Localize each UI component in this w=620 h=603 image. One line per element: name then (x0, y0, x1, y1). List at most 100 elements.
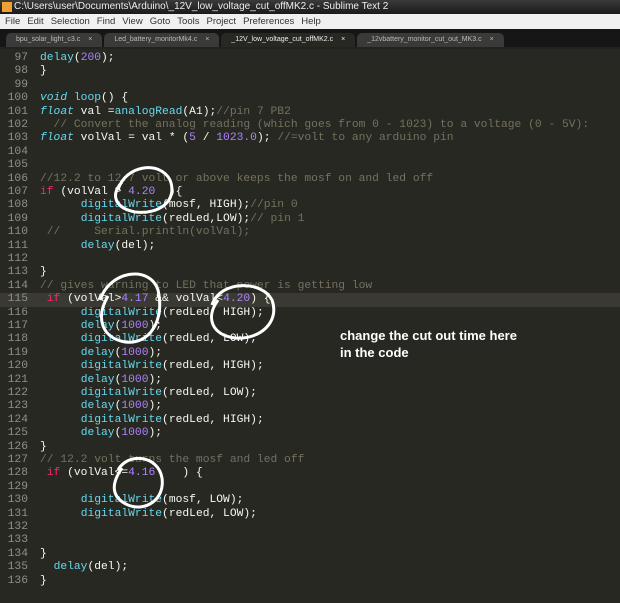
token-tx: val = (73, 105, 115, 118)
token-cm: // 12.2 volt turns the mosf and led off (40, 454, 305, 466)
token-tx: (volVal > (53, 186, 129, 198)
token-tx: (redLed,LOW); (162, 212, 251, 225)
code-text: delay(1000); (40, 374, 162, 387)
close-icon[interactable]: × (490, 33, 494, 47)
code-editor[interactable]: 97 delay(200); 98} 99 100 void loop() {101 flo… (0, 49, 620, 603)
line-number: 128 (7, 467, 28, 480)
line-number: 110 (7, 226, 28, 239)
token-tx: (redLed, LOW); (162, 333, 257, 346)
token-tx: ); (256, 132, 278, 145)
close-icon[interactable]: × (88, 33, 92, 47)
menu-preferences[interactable]: Preferences (241, 14, 299, 29)
code-line: 126} (0, 441, 620, 454)
menu-project[interactable]: Project (204, 14, 241, 29)
menu-selection[interactable]: Selection (49, 14, 95, 29)
line-number: 114 (7, 279, 28, 292)
menu-view[interactable]: View (120, 14, 147, 29)
menu-find[interactable]: Find (95, 14, 120, 29)
code-line: 130 digitalWrite(mosf, LOW); (0, 494, 620, 507)
code-line: 106 //12.2 to 12.7 volt or above keeps th… (0, 173, 620, 186)
code-line: 103 float volVal = val * (5 / 1023.0); //… (0, 132, 620, 145)
menu-edit[interactable]: Edit (25, 14, 48, 29)
token-fn: analogRead (114, 105, 183, 118)
token-tx: (redLed, HIGH); (162, 360, 264, 373)
code-text: delay(1000); (40, 320, 162, 333)
app-icon (2, 2, 12, 12)
token-tx: (A1); (182, 105, 217, 118)
line-number: 116 (7, 306, 28, 319)
token-num: 1000 (121, 346, 149, 359)
close-icon[interactable]: × (341, 33, 345, 47)
code-text: digitalWrite(redLed, LOW); (40, 387, 257, 400)
token-num: 200 (80, 52, 102, 64)
line-number: 132 (7, 521, 28, 533)
code-text: if (volVal > 4.20 ){ (40, 186, 182, 199)
code-line: 109 digitalWrite(redLed,LOW);// pin 1 (0, 213, 620, 226)
token-tx (40, 240, 81, 252)
code-line: 99 (0, 79, 620, 92)
close-icon[interactable]: × (205, 33, 209, 47)
token-fn: digitalWrite (80, 507, 163, 520)
code-line: 105 (0, 159, 620, 172)
code-text: digitalWrite(redLed, HIGH); (40, 414, 264, 427)
token-num: 5 (189, 132, 196, 145)
menu-tools[interactable]: Tools (175, 14, 204, 29)
code-text: float val =analogRead(A1);//pin 7 PB2 (40, 106, 291, 119)
code-line: 135 delay(del); (0, 561, 620, 574)
code-line: 119 delay(1000); (0, 347, 620, 360)
annotation-note: change the cut out time here in the code (340, 327, 517, 361)
line-number: 105 (7, 159, 28, 172)
token-num: 1000 (121, 427, 149, 440)
token-tx: (del); (114, 239, 156, 252)
token-num: 4.17 (121, 293, 149, 306)
token-tx: ( (73, 52, 81, 64)
token-fn: digitalWrite (80, 306, 163, 319)
code-text: digitalWrite(redLed, LOW); (40, 333, 257, 346)
token-num: 1000 (121, 320, 149, 332)
token-tx (40, 400, 81, 412)
token-fn: loop (73, 92, 102, 105)
line-number: 108 (7, 199, 28, 212)
token-tx (67, 92, 74, 104)
code-text: digitalWrite(redLed, HIGH); (40, 360, 264, 373)
token-tx: () { (101, 92, 129, 105)
token-cm: // pin 1 (250, 212, 305, 225)
code-text: delay(1000); (40, 427, 162, 440)
token-fn: digitalWrite (80, 360, 163, 373)
token-tx (40, 387, 81, 399)
code-line: 134} (0, 548, 620, 561)
token-kw: if (46, 293, 61, 306)
line-number: 103 (7, 132, 28, 145)
annotation-line-2: in the code (340, 345, 409, 360)
token-tx: (del); (87, 561, 129, 574)
tab-0[interactable]: bpu_solar_light_c3.c × (6, 33, 103, 47)
token-num: 1000 (121, 373, 149, 386)
menu-bar: File Edit Selection Find View Goto Tools Projec… (0, 14, 620, 29)
token-tx (40, 414, 81, 426)
token-cm: // Serial.println(volVal); (40, 226, 251, 239)
token-cm: //pin 0 (250, 199, 298, 212)
token-tx: } (40, 440, 47, 453)
token-tx: ){ (155, 186, 183, 198)
code-line: 116 digitalWrite(redLed, HIGH); (0, 307, 620, 320)
line-number: 134 (7, 547, 28, 560)
line-number: 135 (7, 561, 28, 574)
line-number: 136 (7, 574, 28, 587)
code-line: 101 float val =analogRead(A1);//pin 7 PB2 (0, 106, 620, 119)
token-tx: ); (148, 373, 163, 386)
menu-file[interactable]: File (3, 14, 25, 29)
tab-1[interactable]: Led_battery_monitorMk4.c × (104, 33, 220, 47)
token-fn: digitalWrite (80, 413, 163, 426)
tab-3[interactable]: _12vbattery_monitor_cut_out_MK3.c × (357, 33, 504, 47)
tab-2[interactable]: _12V_low_voltage_cut_offMK2.c × (221, 33, 356, 47)
code-text: delay(200); (40, 52, 115, 65)
menu-help[interactable]: Help (299, 14, 326, 29)
token-fn: digitalWrite (80, 199, 163, 212)
line-number: 120 (7, 360, 28, 373)
title-bar: C:\Users\user\Documents\Arduino\_12V_low… (0, 0, 620, 14)
menu-goto[interactable]: Goto (148, 14, 176, 29)
code-line: 118 digitalWrite(redLed, LOW); (0, 333, 620, 346)
code-text: } (40, 266, 47, 279)
token-tx (40, 333, 81, 345)
token-cm: //=volt to any arduino pin (277, 132, 454, 145)
